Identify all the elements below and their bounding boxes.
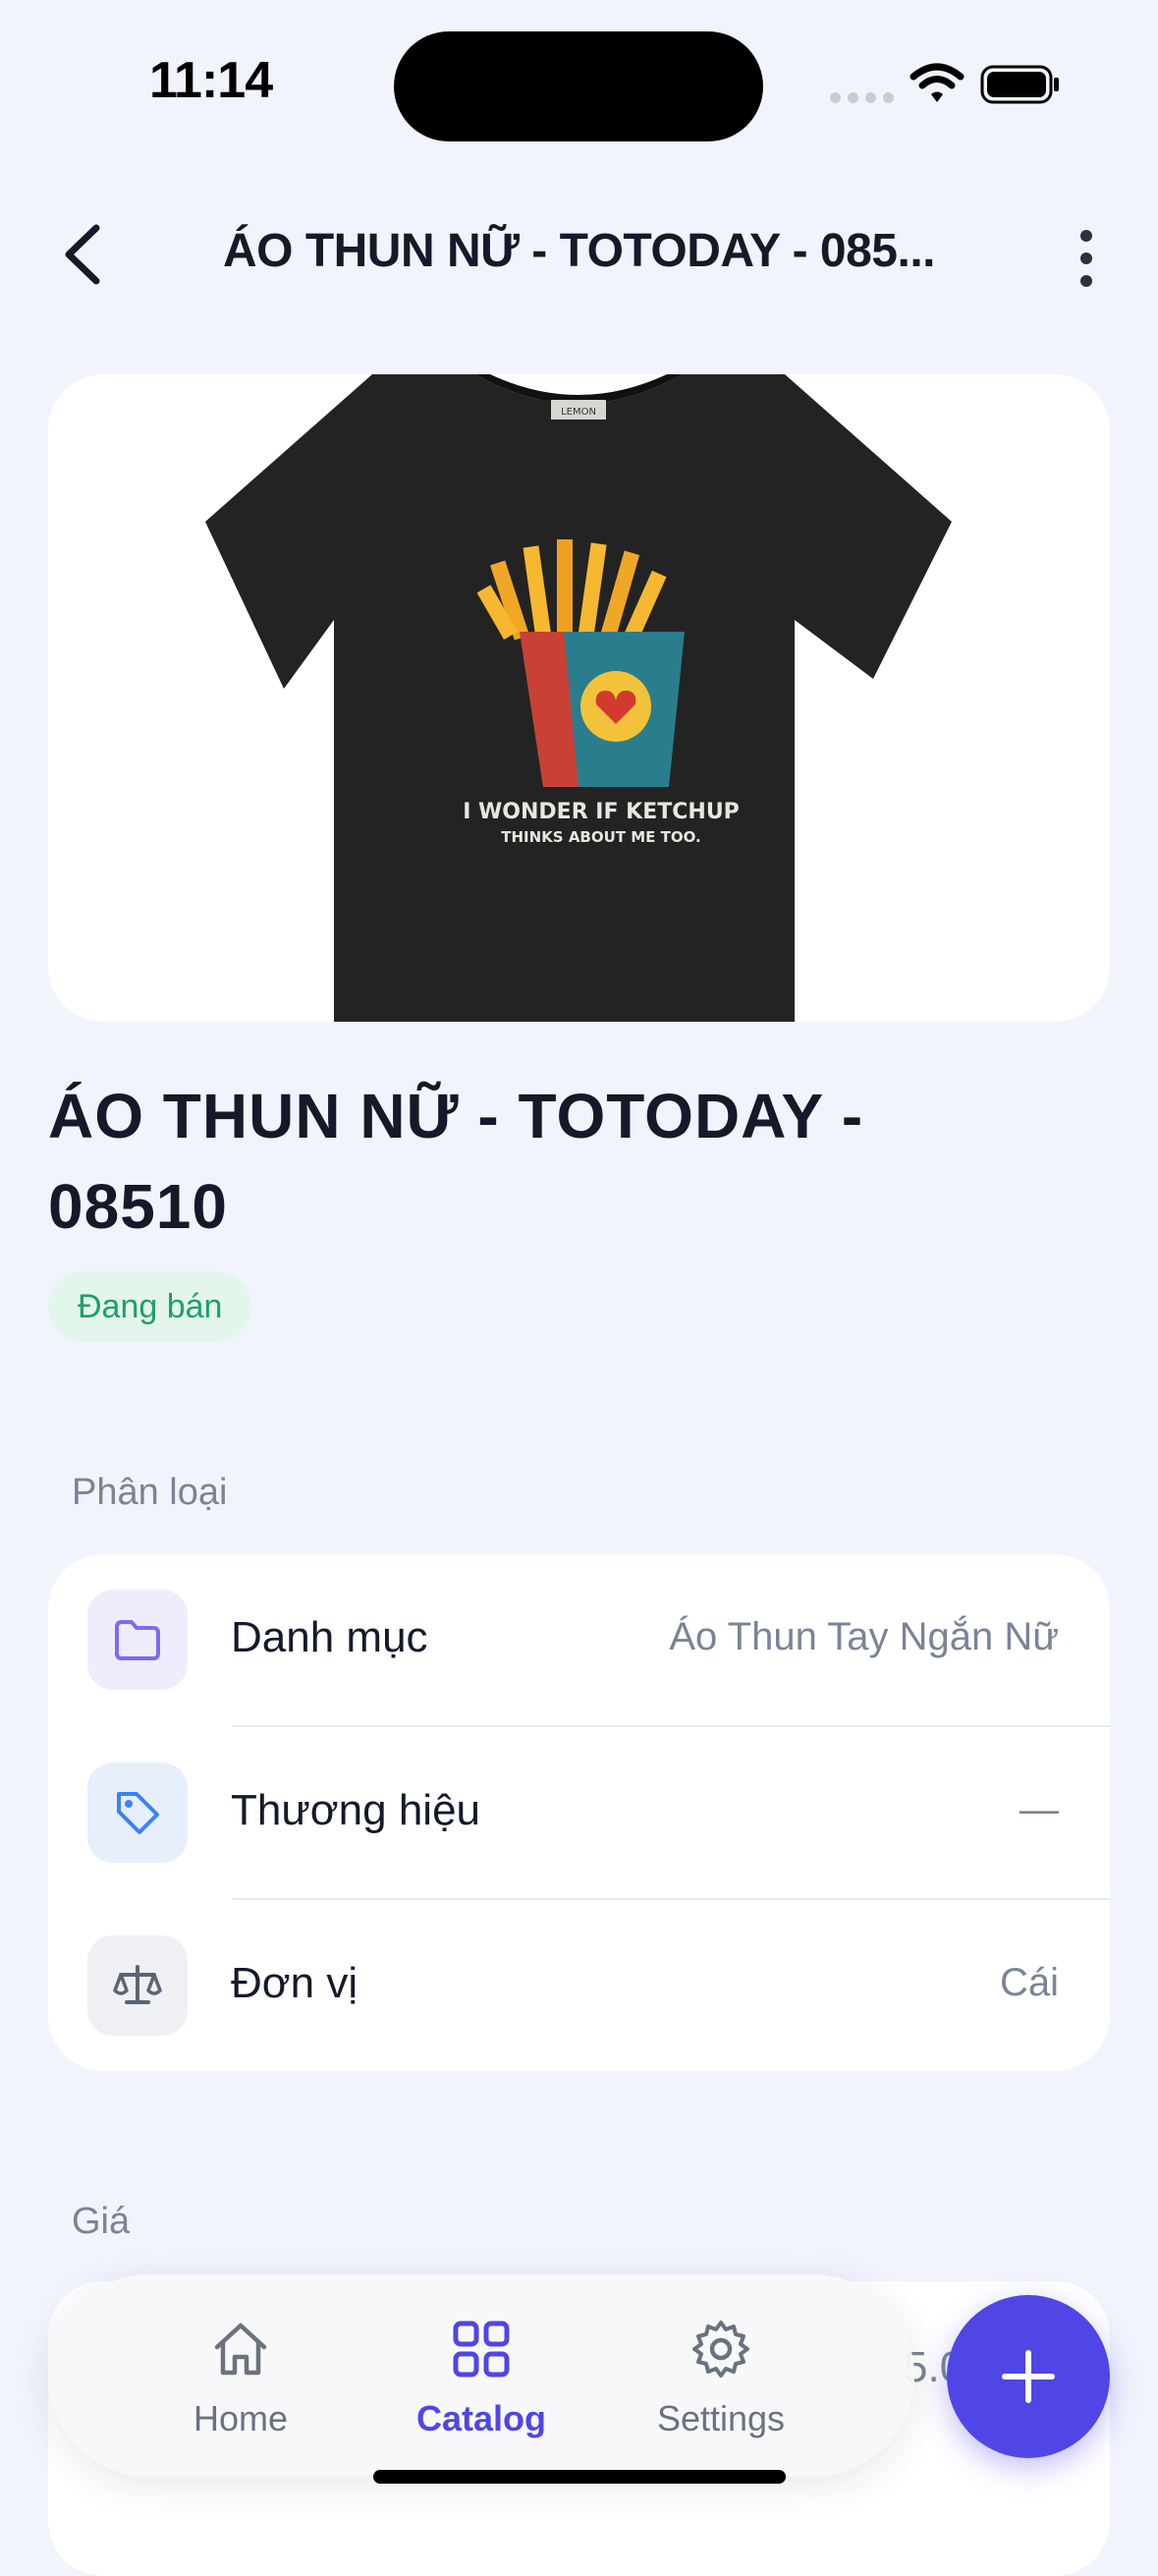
header-title: ÁO THUN NỮ - TOTODAY - 085...	[222, 225, 936, 277]
row-label: Đơn vị	[231, 1959, 358, 2007]
section-label-price: Giá	[72, 2201, 131, 2242]
gear-icon	[692, 2321, 749, 2378]
grid-icon	[453, 2321, 510, 2378]
print-text-line2: THINKS ABOUT ME TOO.	[501, 828, 701, 846]
row-category[interactable]: Danh mục Áo Thun Tay Ngắn Nữ	[48, 1554, 1110, 1727]
tab-catalog[interactable]: Catalog	[354, 2274, 609, 2477]
status-badge: Đang bán	[48, 1271, 252, 1342]
row-brand[interactable]: Thương hiệu —	[48, 1727, 1110, 1900]
bottom-tab-bar: Home Catalog Settings	[48, 2274, 914, 2477]
row-label: Thương hiệu	[231, 1786, 481, 1834]
product-image: LEMON I WONDER IF KETCHUP THINKS ABOUT M…	[205, 374, 952, 1022]
tag-icon	[87, 1763, 188, 1863]
print-text-line1: I WONDER IF KETCHUP	[463, 800, 740, 824]
tab-label: Settings	[656, 2398, 786, 2438]
back-chevron-icon[interactable]	[51, 220, 120, 289]
tab-label: Catalog	[415, 2398, 546, 2438]
row-unit[interactable]: Đơn vị Cái	[48, 1900, 1110, 2073]
cellular-signal-icon	[830, 90, 901, 108]
add-button[interactable]	[947, 2295, 1110, 2458]
classification-card: Danh mục Áo Thun Tay Ngắn Nữ Thương hiệu…	[48, 1554, 1110, 2071]
plus-icon	[1002, 2350, 1055, 2403]
folder-icon	[87, 1590, 188, 1690]
product-image-card[interactable]: LEMON I WONDER IF KETCHUP THINKS ABOUT M…	[48, 374, 1110, 1022]
dynamic-island	[394, 31, 763, 141]
product-title: ÁO THUN NỮ - TOTODAY - 08510	[48, 1081, 864, 1242]
battery-icon	[980, 65, 1059, 104]
section-label-classification: Phân loại	[72, 1472, 228, 1513]
tab-home[interactable]: Home	[113, 2274, 368, 2477]
tab-settings[interactable]: Settings	[593, 2274, 849, 2477]
row-label: Danh mục	[231, 1613, 428, 1661]
tab-label: Home	[193, 2398, 289, 2438]
scale-icon	[87, 1935, 188, 2036]
row-value: Áo Thun Tay Ngắn Nữ	[669, 1615, 1059, 1658]
home-indicator[interactable]	[373, 2470, 786, 2484]
home-icon	[214, 2323, 267, 2376]
status-time: 11:14	[149, 52, 273, 109]
more-options-icon[interactable]	[1067, 224, 1106, 293]
row-value: Cái	[999, 1961, 1059, 2004]
svg-text:LEMON: LEMON	[561, 407, 596, 418]
row-value: —	[1020, 1788, 1059, 1831]
wifi-icon	[910, 63, 965, 102]
